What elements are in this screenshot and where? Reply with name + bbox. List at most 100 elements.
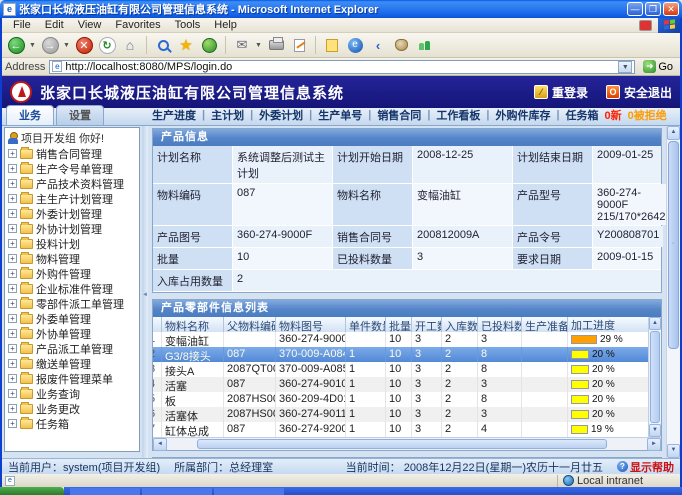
column-header[interactable]: 父物料编码 [224, 317, 276, 332]
taskbar-buttons[interactable] [64, 487, 682, 495]
sidebar-item[interactable]: +外协单管理 [8, 326, 139, 341]
nav-item[interactable]: 外委计划 [259, 107, 303, 123]
scroll-right-icon[interactable]: ► [647, 438, 661, 451]
menu-tools[interactable]: Tools [168, 19, 208, 31]
scroll-thumb[interactable] [668, 141, 679, 349]
addon-icon[interactable] [639, 20, 652, 31]
expand-icon[interactable]: + [8, 179, 17, 188]
table-row[interactable]: 4活塞087360-274-9010F11032320 % [153, 377, 648, 392]
sidebar-item[interactable]: +外协计划管理 [8, 221, 139, 236]
url-text[interactable]: http://localhost:8080/MPS/login.do [65, 61, 618, 73]
history-button[interactable] [199, 35, 219, 55]
expand-icon[interactable]: + [8, 344, 17, 353]
edit-button[interactable] [289, 35, 309, 55]
expand-icon[interactable]: + [8, 404, 17, 413]
search-companion-button[interactable] [391, 35, 411, 55]
favorites-button[interactable]: ★ [176, 35, 196, 55]
expand-icon[interactable]: + [8, 314, 17, 323]
expand-icon[interactable]: + [8, 329, 17, 338]
logout-button[interactable]: O 安全退出 [606, 84, 672, 101]
sidebar-item[interactable]: +业务查询 [8, 386, 139, 401]
menu-edit[interactable]: Edit [38, 19, 71, 31]
nav-item[interactable]: 生产进度 [152, 107, 196, 123]
table-row[interactable]: 6活塞体2087HS002360-274-9011W11032320 % [153, 407, 648, 422]
nav-item[interactable]: 工作看板 [436, 107, 480, 123]
sidebar-item[interactable]: +业务更改 [8, 401, 139, 416]
expand-icon[interactable]: + [8, 164, 17, 173]
expand-icon[interactable]: + [8, 269, 17, 278]
scroll-track[interactable] [667, 350, 680, 444]
sidebar-item[interactable]: +任务箱 [8, 416, 139, 431]
expand-icon[interactable]: + [8, 224, 17, 233]
table-row[interactable]: 3接头A2087QT002370-009-A085011032820 % [153, 362, 648, 377]
expand-icon[interactable]: + [8, 254, 17, 263]
menu-file[interactable]: File [6, 19, 38, 31]
column-header[interactable]: 已投料数 [478, 317, 522, 332]
address-dropdown[interactable]: ▼ [618, 61, 632, 73]
sidebar-item[interactable]: +产品派工单管理 [8, 341, 139, 356]
mail-button[interactable]: ✉ [232, 35, 252, 55]
expand-icon[interactable]: + [8, 239, 17, 248]
nav-item[interactable]: 外购件库存 [495, 107, 550, 123]
scroll-down-icon[interactable]: ▼ [667, 444, 680, 458]
sidebar-item[interactable]: +销售合同管理 [8, 146, 139, 161]
column-header[interactable]: 入库数 [442, 317, 478, 332]
menu-view[interactable]: View [71, 19, 109, 31]
expand-icon[interactable]: + [8, 299, 17, 308]
refresh-button[interactable]: ↻ [97, 35, 117, 55]
scroll-up-icon[interactable]: ▲ [667, 126, 680, 140]
nav-item[interactable]: 主计划 [211, 107, 244, 123]
messenger-button[interactable] [414, 35, 434, 55]
minimize-button[interactable]: — [627, 2, 643, 16]
scroll-thumb[interactable] [197, 439, 607, 449]
scroll-up-icon[interactable]: ▲ [649, 317, 661, 330]
tab-business[interactable]: 业务 [6, 105, 54, 125]
tab-settings[interactable]: 设置 [56, 105, 104, 125]
expand-icon[interactable]: + [8, 209, 17, 218]
scroll-thumb[interactable] [650, 331, 660, 423]
menu-favorites[interactable]: Favorites [108, 19, 167, 31]
print-button[interactable] [266, 35, 286, 55]
sidebar-item[interactable]: +产品技术资料管理 [8, 176, 139, 191]
show-help-link[interactable]: ? 显示帮助 [617, 459, 674, 475]
sidebar-item[interactable]: +缴送单管理 [8, 356, 139, 371]
scroll-down-icon[interactable]: ▼ [649, 424, 661, 437]
sidebar-item[interactable]: +外购件管理 [8, 266, 139, 281]
column-header[interactable]: 开工数 [412, 317, 442, 332]
expand-icon[interactable]: + [8, 389, 17, 398]
sidebar-item[interactable]: +企业标准件管理 [8, 281, 139, 296]
table-row[interactable]: 1变幅油缸360-274-9000F1032329 % [153, 332, 648, 347]
nav-item[interactable]: 生产单号 [318, 107, 362, 123]
expand-icon[interactable]: + [8, 149, 17, 158]
research-button[interactable]: ‹ [368, 35, 388, 55]
parts-vertical-scrollbar[interactable]: ▲ ▼ [648, 317, 661, 437]
expand-icon[interactable]: + [8, 359, 17, 368]
home-button[interactable]: ⌂ [120, 35, 140, 55]
expand-icon[interactable]: + [8, 374, 17, 383]
address-input[interactable]: e http://localhost:8080/MPS/login.do ▼ [49, 60, 635, 74]
go-button[interactable]: ➜ Go [639, 59, 677, 75]
column-header[interactable]: 加工进度 [568, 317, 648, 332]
column-header[interactable]: 物料名称 [162, 317, 224, 332]
maximize-button[interactable]: ❐ [645, 2, 661, 16]
back-dropdown[interactable]: ▼ [29, 42, 37, 49]
search-button[interactable] [153, 35, 173, 55]
notes-button[interactable] [322, 35, 342, 55]
sidebar-item[interactable]: +外委计划管理 [8, 206, 139, 221]
table-row[interactable]: 2G3/8接头087370-009-A084011032820 % [153, 347, 648, 362]
expand-icon[interactable]: + [8, 194, 17, 203]
nav-item[interactable]: 销售合同 [377, 107, 421, 123]
sidebar-item[interactable]: +生产令号单管理 [8, 161, 139, 176]
close-button[interactable]: ✕ [663, 2, 679, 16]
sidebar-splitter[interactable] [142, 126, 148, 458]
stop-button[interactable]: ✕ [74, 35, 94, 55]
forward-dropdown[interactable]: ▼ [63, 42, 71, 49]
column-header[interactable]: 物料图号 [276, 317, 346, 332]
menu-help[interactable]: Help [207, 19, 244, 31]
expand-icon[interactable]: + [8, 284, 17, 293]
sidebar-item[interactable]: +报废件管理菜单 [8, 371, 139, 386]
sidebar-item[interactable]: +主生产计划管理 [8, 191, 139, 206]
scroll-left-icon[interactable]: ◄ [153, 438, 167, 451]
column-header[interactable] [153, 317, 162, 332]
expand-icon[interactable]: + [8, 419, 17, 428]
